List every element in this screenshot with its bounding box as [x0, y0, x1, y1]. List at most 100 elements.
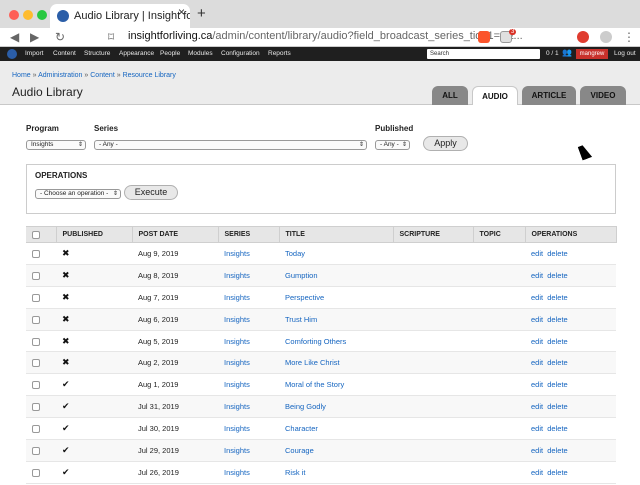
row-select-cell[interactable] [26, 417, 56, 441]
title-link[interactable]: Moral of the Story [285, 380, 344, 389]
breadcrumb-home[interactable]: Home [12, 72, 31, 79]
row-select-cell[interactable] [26, 286, 56, 309]
admin-menu-configuration[interactable]: Configuration [221, 49, 260, 59]
row-checkbox[interactable] [32, 249, 40, 258]
apply-button[interactable]: Apply [423, 136, 468, 151]
title-link[interactable]: Comforting Others [285, 337, 346, 346]
series-link[interactable]: Insights [224, 315, 250, 324]
admin-menu-appearance[interactable]: Appearance [119, 49, 154, 59]
row-checkbox[interactable] [32, 271, 40, 280]
edit-link[interactable]: edit [531, 424, 543, 433]
admin-user-badge[interactable]: mangrew [576, 49, 608, 59]
title-link[interactable]: Being Godly [285, 402, 326, 411]
row-select-cell[interactable] [26, 395, 56, 419]
delete-link[interactable]: delete [547, 446, 567, 455]
site-logo-icon[interactable] [7, 49, 17, 59]
row-checkbox[interactable] [32, 446, 40, 455]
row-select-cell[interactable] [26, 330, 56, 353]
logout-link[interactable]: Log out [614, 49, 636, 59]
row-checkbox[interactable] [32, 337, 40, 346]
extension-icon[interactable] [577, 31, 589, 43]
delete-link[interactable]: delete [547, 271, 567, 280]
column-header[interactable]: TITLE [279, 226, 394, 243]
minimize-window-button[interactable] [23, 10, 33, 20]
bookmark-icon[interactable]: ⌑ [108, 29, 114, 45]
tab-close-icon[interactable]: × [178, 5, 185, 19]
program-select[interactable]: Insights ⇕ [26, 140, 86, 150]
series-link[interactable]: Insights [224, 337, 250, 346]
brave-shield-icon[interactable] [478, 31, 490, 43]
column-header[interactable]: SERIES [218, 226, 280, 243]
execute-button[interactable]: Execute [124, 185, 178, 200]
row-select-cell[interactable] [26, 351, 56, 375]
tab-article[interactable]: ARTICLE [522, 86, 576, 106]
operation-select[interactable]: - Choose an operation - ⇕ [35, 189, 121, 199]
row-select-cell[interactable] [26, 264, 56, 287]
title-link[interactable]: Today [285, 249, 305, 258]
delete-link[interactable]: delete [547, 468, 567, 477]
row-select-cell[interactable] [26, 461, 56, 484]
column-header[interactable]: SCRIPTURE [393, 226, 474, 243]
delete-link[interactable]: delete [547, 337, 567, 346]
tab-video[interactable]: VIDEO [580, 86, 626, 106]
delete-link[interactable]: delete [547, 402, 567, 411]
admin-menu-reports[interactable]: Reports [268, 49, 291, 59]
close-window-button[interactable] [9, 10, 19, 20]
row-checkbox[interactable] [32, 359, 40, 368]
title-link[interactable]: Perspective [285, 293, 324, 302]
edit-link[interactable]: edit [531, 380, 543, 389]
row-select-cell[interactable] [26, 308, 56, 331]
series-link[interactable]: Insights [224, 358, 250, 367]
admin-menu-import[interactable]: Import [25, 49, 43, 59]
new-tab-icon[interactable]: + [197, 5, 206, 23]
column-header[interactable]: TOPIC [473, 226, 526, 243]
title-link[interactable]: Trust Him [285, 315, 317, 324]
series-link[interactable]: Insights [224, 271, 250, 280]
breadcrumb-resource-library[interactable]: Resource Library [123, 72, 176, 79]
row-select-cell[interactable] [26, 439, 56, 462]
series-link[interactable]: Insights [224, 402, 250, 411]
admin-menu-modules[interactable]: Modules [188, 49, 213, 59]
browser-tab[interactable]: Audio Library | Insight for Living [50, 4, 190, 28]
edit-link[interactable]: edit [531, 249, 543, 258]
admin-menu-structure[interactable]: Structure [84, 49, 110, 59]
back-icon[interactable]: ◀ [10, 29, 19, 45]
series-select[interactable]: - Any - ⇕ [94, 140, 367, 150]
row-checkbox[interactable] [32, 403, 40, 412]
title-link[interactable]: Character [285, 424, 318, 433]
row-select-cell[interactable] [26, 242, 56, 265]
delete-link[interactable]: delete [547, 380, 567, 389]
edit-link[interactable]: edit [531, 402, 543, 411]
row-checkbox[interactable] [32, 315, 40, 324]
edit-link[interactable]: edit [531, 358, 543, 367]
breadcrumb-administration[interactable]: Administration [38, 72, 82, 79]
edit-link[interactable]: edit [531, 315, 543, 324]
edit-link[interactable]: edit [531, 446, 543, 455]
row-checkbox[interactable] [32, 381, 40, 390]
admin-menu-people[interactable]: People [160, 49, 180, 59]
select-all-header[interactable] [26, 226, 57, 243]
title-link[interactable]: Risk it [285, 468, 305, 477]
delete-link[interactable]: delete [547, 315, 567, 324]
title-link[interactable]: Gumption [285, 271, 318, 280]
admin-search-input[interactable]: Search [427, 49, 540, 59]
title-link[interactable]: More Like Christ [285, 358, 340, 367]
title-link[interactable]: Courage [285, 446, 314, 455]
forward-icon[interactable]: ▶ [30, 29, 39, 45]
row-checkbox[interactable] [32, 425, 40, 434]
edit-link[interactable]: edit [531, 468, 543, 477]
series-link[interactable]: Insights [224, 446, 250, 455]
breadcrumb-content[interactable]: Content [90, 72, 115, 79]
column-header[interactable]: PUBLISHED [56, 226, 133, 243]
delete-link[interactable]: delete [547, 358, 567, 367]
published-select[interactable]: - Any - ⇕ [375, 140, 410, 150]
profile-icon[interactable] [600, 31, 612, 43]
delete-link[interactable]: delete [547, 424, 567, 433]
tab-all[interactable]: ALL [432, 86, 468, 106]
series-link[interactable]: Insights [224, 468, 250, 477]
reload-icon[interactable]: ↻ [55, 29, 65, 45]
zoom-window-button[interactable] [37, 10, 47, 20]
edit-link[interactable]: edit [531, 293, 543, 302]
menu-icon[interactable]: ⋮ [623, 29, 635, 45]
delete-link[interactable]: delete [547, 249, 567, 258]
